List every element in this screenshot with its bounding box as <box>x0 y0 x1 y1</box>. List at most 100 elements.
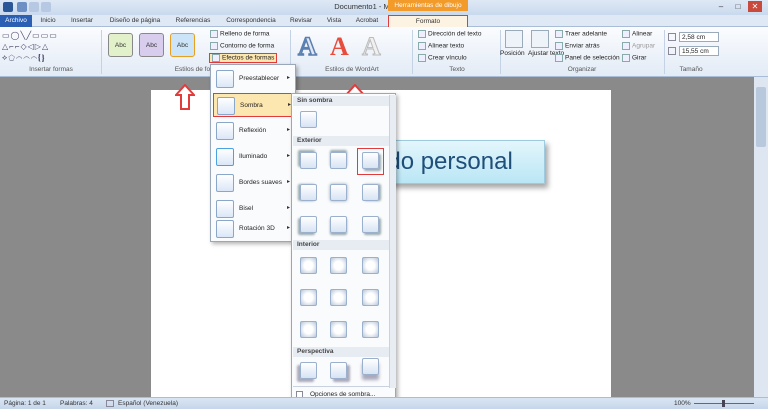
close-button[interactable]: ✕ <box>748 1 762 12</box>
align-command[interactable]: Alinear <box>622 30 652 38</box>
outer-shadow-option[interactable] <box>300 152 317 169</box>
menu-item-soft-edges[interactable]: Bordes suaves ▸ <box>213 171 295 195</box>
align-text-label: Alinear texto <box>428 42 465 50</box>
tab-insertar[interactable]: Insertar <box>66 15 98 27</box>
no-shadow-option[interactable] <box>300 111 317 128</box>
menu-item-label: Iluminado <box>239 153 268 160</box>
inner-shadow-option[interactable] <box>300 289 317 306</box>
menu-item-3d-rotation[interactable]: Rotación 3D ▸ <box>213 217 295 241</box>
inner-shadow-option[interactable] <box>300 321 317 338</box>
proofing-icon[interactable] <box>106 400 114 407</box>
group-icon <box>622 42 630 50</box>
text-direction-command[interactable]: Dirección del texto <box>418 30 481 38</box>
menu-item-label: Reflexión <box>239 127 267 134</box>
outer-shadow-option[interactable] <box>362 184 379 201</box>
height-spinner[interactable]: 2,58 cm <box>679 32 719 42</box>
wordart-style-2[interactable]: A <box>330 32 349 62</box>
align-text-icon <box>418 42 426 50</box>
tab-archivo[interactable]: Archivo <box>0 15 32 27</box>
inner-shadow-option[interactable] <box>330 257 347 274</box>
soft-edges-icon <box>216 174 234 192</box>
shadow-icon <box>217 97 235 115</box>
shape-effects-label: Efectos de formas <box>222 54 275 62</box>
text-direction-icon <box>418 30 426 38</box>
minimize-button[interactable]: – <box>714 1 728 12</box>
align-icon <box>622 30 630 38</box>
inner-shadow-option[interactable] <box>362 257 379 274</box>
menu-item-reflection[interactable]: Reflexión ▸ <box>213 119 295 143</box>
position-icon <box>505 30 523 48</box>
menu-item-label: Bordes suaves <box>239 179 282 186</box>
inner-shadow-option[interactable] <box>362 289 379 306</box>
height-icon <box>668 33 676 41</box>
shape-fill-command[interactable]: Relleno de forma <box>210 30 270 38</box>
panel-scrollbar[interactable] <box>389 95 396 388</box>
menu-item-shadow[interactable]: Sombra ▸ <box>213 93 295 117</box>
chevron-right-icon: ▸ <box>287 75 291 81</box>
group-command[interactable]: Agrupar <box>622 42 655 50</box>
menu-item-preset[interactable]: Preestablecer ▸ <box>213 67 295 91</box>
wordart-style-3[interactable]: A <box>362 32 382 62</box>
outer-shadow-option[interactable] <box>300 216 317 233</box>
group-separator <box>101 30 102 74</box>
tab-referencias[interactable]: Referencias <box>172 15 214 27</box>
wordart-style-1[interactable]: A <box>297 31 317 62</box>
maximize-button[interactable]: □ <box>731 1 745 12</box>
outer-shadow-option[interactable] <box>330 216 347 233</box>
shape-style-purple[interactable]: Abc <box>139 33 164 57</box>
position-button[interactable]: Posición <box>500 50 525 57</box>
tab-revisar[interactable]: Revisar <box>286 15 316 27</box>
selection-pane-command[interactable]: Panel de selección <box>555 54 620 62</box>
bevel-icon <box>216 200 234 218</box>
tab-inicio[interactable]: Inicio <box>36 15 60 27</box>
align-text-command[interactable]: Alinear texto <box>418 42 464 50</box>
outer-shadow-option[interactable] <box>330 184 347 201</box>
perspective-shadow-option[interactable] <box>300 362 317 379</box>
tab-formato[interactable]: Formato <box>388 15 468 27</box>
language-indicator[interactable]: Español (Venezuela) <box>118 400 178 407</box>
save-icon[interactable] <box>17 2 27 12</box>
scrollbar-thumb[interactable] <box>756 87 766 147</box>
word-count[interactable]: Palabras: 4 <box>60 400 93 407</box>
redo-icon[interactable] <box>41 2 51 12</box>
outer-shadow-option[interactable] <box>362 216 379 233</box>
shape-outline-command[interactable]: Contorno de forma <box>210 42 274 50</box>
arrange-group-label: Organizar <box>567 66 597 73</box>
perspective-shadow-option[interactable] <box>330 362 347 379</box>
page-count[interactable]: Página: 1 de 1 <box>4 400 46 407</box>
bring-forward-command[interactable]: Traer adelante <box>555 30 607 38</box>
inner-shadow-option[interactable] <box>330 321 347 338</box>
zoom-level[interactable]: 100% <box>674 400 691 407</box>
shape-style-blue[interactable]: Abc <box>170 33 195 57</box>
tab-acrobat[interactable]: Acrobat <box>352 15 382 27</box>
shape-style-green[interactable]: Abc <box>108 33 133 57</box>
send-backward-command[interactable]: Enviar atrás <box>555 42 600 50</box>
send-backward-label: Enviar atrás <box>565 42 600 50</box>
3d-rotation-icon <box>216 220 234 238</box>
status-bar: Página: 1 de 1 Palabras: 4 Español (Vene… <box>0 397 768 409</box>
insert-shapes-group-label: Insertar formas <box>29 66 73 73</box>
inner-shadow-option[interactable] <box>300 257 317 274</box>
create-link-command[interactable]: Crear vínculo <box>418 54 467 62</box>
outer-shadow-option[interactable] <box>330 152 347 169</box>
perspective-shadow-option[interactable] <box>362 358 379 375</box>
inner-shadow-option[interactable] <box>330 289 347 306</box>
inner-shadow-option[interactable] <box>362 321 379 338</box>
insert-shapes-gallery[interactable]: ▭◯╲╱▭▭▭ △⌐⌐◇◁▷△ ⟡⬠⌒⌒⌒❴❵ <box>2 30 72 64</box>
rotate-command[interactable]: Girar <box>622 54 646 62</box>
group-separator <box>664 30 665 74</box>
outer-shadow-option[interactable] <box>362 152 379 169</box>
width-spinner[interactable]: 15,55 cm <box>679 46 719 56</box>
group-separator <box>412 30 413 74</box>
wordart-group-label: Estilos de WordArt <box>325 66 379 73</box>
tab-diseno-pagina[interactable]: Diseño de página <box>104 15 166 27</box>
outer-shadow-option[interactable] <box>300 184 317 201</box>
shape-effects-command[interactable]: Efectos de formas <box>209 53 278 63</box>
vertical-scrollbar[interactable] <box>754 77 768 397</box>
tab-vista[interactable]: Vista <box>322 15 346 27</box>
undo-icon[interactable] <box>29 2 39 12</box>
zoom-slider-thumb[interactable] <box>722 400 725 407</box>
tab-correspondencia[interactable]: Correspondencia <box>220 15 282 27</box>
outline-icon <box>210 42 218 50</box>
menu-item-glow[interactable]: Iluminado ▸ <box>213 145 295 169</box>
